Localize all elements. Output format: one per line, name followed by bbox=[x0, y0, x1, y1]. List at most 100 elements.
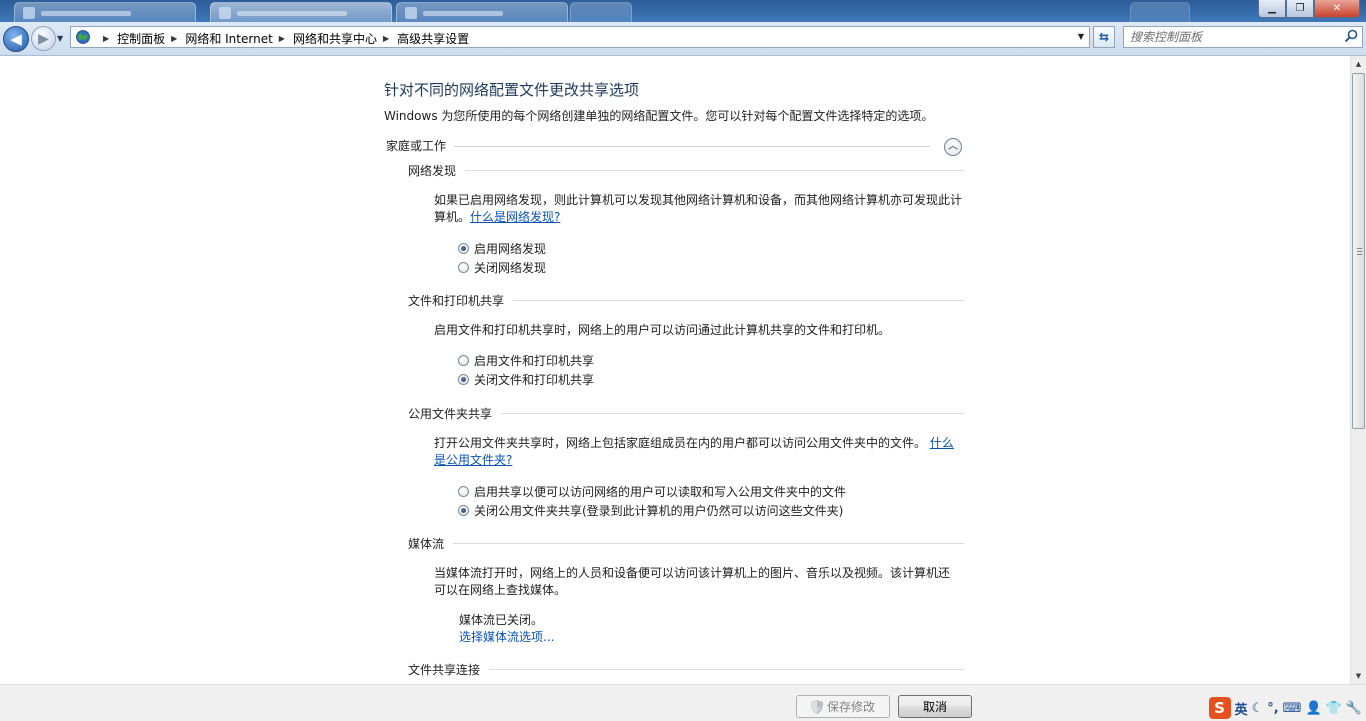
what-is-network-discovery-link[interactable]: 什么是网络发现? bbox=[470, 210, 560, 224]
page-title: 针对不同的网络配置文件更改共享选项 bbox=[384, 81, 640, 99]
radio-enable-network-discovery[interactable]: 启用网络发现 bbox=[458, 240, 546, 257]
choose-media-streaming-options-link[interactable]: 选择媒体流选项... bbox=[459, 628, 554, 645]
tab-icon bbox=[405, 7, 417, 19]
breadcrumb-network-sharing-center[interactable]: 网络和共享中心 bbox=[293, 30, 377, 47]
user-icon[interactable]: 👤 bbox=[1305, 701, 1321, 716]
chevron-down-icon: ▼ bbox=[1355, 672, 1362, 680]
radio-disable-file-printer-sharing[interactable]: 关闭文件和打印机共享 bbox=[458, 371, 594, 388]
collapse-profile-button[interactable]: ︿ bbox=[944, 138, 962, 156]
description-line: 可以在网络上查找媒体。 bbox=[434, 583, 567, 597]
network-discovery-description: 如果已启用网络发现，则此计算机可以发现其他网络计算机和设备，而其他网络计算机亦可… bbox=[434, 192, 962, 226]
description-text: 打开公用文件夹共享时，网络上包括家庭组成员在内的用户都可以访问公用文件夹中的文件… bbox=[434, 436, 927, 450]
restore-icon: ❐ bbox=[1295, 3, 1305, 14]
public-folder-sharing-section: 公用文件夹共享 bbox=[408, 405, 964, 422]
back-button[interactable]: ◀ bbox=[3, 26, 29, 52]
section-header: 文件和打印机共享 bbox=[408, 292, 964, 309]
scroll-down-button[interactable]: ▼ bbox=[1351, 668, 1366, 684]
restore-button[interactable]: ❐ bbox=[1286, 0, 1314, 18]
skin-shirt-icon[interactable]: 👕 bbox=[1326, 701, 1342, 716]
tab-label bbox=[423, 11, 503, 16]
search-input[interactable] bbox=[1130, 29, 1335, 45]
background-tab[interactable] bbox=[396, 2, 568, 23]
what-is-public-folder-link[interactable]: 是公用文件夹? bbox=[434, 453, 512, 467]
breadcrumb-control-panel[interactable]: 控制面板 bbox=[117, 30, 165, 47]
punctuation-icon[interactable]: °, bbox=[1267, 701, 1278, 716]
forward-arrow-icon: ▶ bbox=[38, 30, 49, 47]
what-is-public-folder-link[interactable]: 什么 bbox=[930, 436, 954, 450]
vertical-scrollbar[interactable]: ▲ ▼ bbox=[1350, 56, 1366, 684]
network-discovery-section: 网络发现 bbox=[408, 162, 964, 179]
radio-label: 关闭文件和打印机共享 bbox=[474, 373, 595, 387]
ime-toolbar: S 英 ☾ °, ⌨ 👤 👕 🔧 bbox=[1208, 697, 1362, 719]
breadcrumb-advanced-sharing[interactable]: 高级共享设置 bbox=[397, 30, 469, 47]
ime-logo-text: S bbox=[1214, 699, 1225, 717]
forward-button[interactable]: ▶ bbox=[31, 26, 56, 51]
radio-enable-public-folder-sharing[interactable]: 启用共享以便可以访问网络的用户可以读取和写入公用文件夹中的文件 bbox=[458, 483, 846, 500]
background-tab[interactable] bbox=[210, 2, 392, 23]
media-streaming-status: 媒体流已关闭。 bbox=[459, 613, 544, 627]
radio-button[interactable] bbox=[458, 262, 469, 273]
tab-label bbox=[237, 11, 347, 16]
button-bar: 保存修改 取消 S 英 ☾ °, ⌨ 👤 👕 🔧 bbox=[0, 684, 1366, 721]
radio-button[interactable] bbox=[458, 374, 469, 385]
radio-label: 关闭公用文件夹共享(登录到此计算机的用户仍然可以访问这些文件夹) bbox=[474, 504, 844, 518]
profile-group-header: 家庭或工作 ︿ bbox=[386, 137, 964, 157]
media-streaming-description: 当媒体流打开时，网络上的人员和设备便可以访问该计算机上的图片、音乐以及视频。该计… bbox=[434, 565, 964, 599]
save-changes-button[interactable]: 保存修改 bbox=[796, 695, 890, 718]
ime-language-label[interactable]: 英 bbox=[1235, 699, 1248, 718]
scroll-up-button[interactable]: ▲ bbox=[1351, 56, 1366, 72]
scroll-thumb[interactable] bbox=[1352, 73, 1365, 429]
divider bbox=[408, 543, 964, 544]
radio-button[interactable] bbox=[458, 243, 469, 254]
refresh-button[interactable]: ⇆ bbox=[1093, 26, 1115, 48]
breadcrumb-separator-icon[interactable]: ▶ bbox=[383, 34, 389, 43]
cancel-button[interactable]: 取消 bbox=[898, 695, 972, 718]
back-arrow-icon: ◀ bbox=[10, 30, 22, 48]
keyboard-icon[interactable]: ⌨ bbox=[1283, 701, 1302, 716]
search-box bbox=[1123, 26, 1363, 48]
address-bar[interactable]: ▶ 控制面板 ▶ 网络和 Internet ▶ 网络和共享中心 ▶ 高级共享设置… bbox=[70, 26, 1090, 48]
radio-enable-file-printer-sharing[interactable]: 启用文件和打印机共享 bbox=[458, 352, 594, 369]
background-tab[interactable] bbox=[14, 2, 196, 23]
uac-shield-icon bbox=[811, 699, 823, 714]
file-printer-sharing-description: 启用文件和打印机共享时，网络上的用户可以访问通过此计算机共享的文件和打印机。 bbox=[434, 323, 891, 337]
section-header: 文件共享连接 bbox=[408, 661, 964, 678]
breadcrumb: ▶ 控制面板 ▶ 网络和 Internet ▶ 网络和共享中心 ▶ 高级共享设置 bbox=[97, 30, 469, 47]
radio-label: 关闭网络发现 bbox=[474, 261, 547, 275]
sogou-ime-logo[interactable]: S bbox=[1208, 697, 1231, 719]
chevron-up-icon: ︿ bbox=[948, 141, 958, 152]
breadcrumb-separator-icon[interactable]: ▶ bbox=[171, 34, 177, 43]
close-button[interactable]: ✕ bbox=[1314, 0, 1360, 18]
breadcrumb-separator-icon[interactable]: ▶ bbox=[279, 34, 285, 43]
close-icon: ✕ bbox=[1332, 3, 1342, 14]
radio-disable-public-folder-sharing[interactable]: 关闭公用文件夹共享(登录到此计算机的用户仍然可以访问这些文件夹) bbox=[458, 502, 843, 519]
recent-pages-dropdown[interactable]: ▼ bbox=[57, 34, 63, 43]
divider bbox=[446, 146, 930, 147]
description-line: 当媒体流打开时，网络上的人员和设备便可以访问该计算机上的图片、音乐以及视频。该计… bbox=[434, 566, 951, 580]
section-title: 媒体流 bbox=[408, 535, 454, 552]
radio-button[interactable] bbox=[458, 486, 469, 497]
radio-button[interactable] bbox=[458, 355, 469, 366]
breadcrumb-separator-icon[interactable]: ▶ bbox=[103, 34, 109, 43]
wrench-icon[interactable]: 🔧 bbox=[1346, 701, 1362, 716]
address-history-dropdown-icon[interactable]: ▼ bbox=[1078, 32, 1084, 41]
minimize-button[interactable]: ▁ bbox=[1258, 0, 1286, 18]
new-tab-button[interactable] bbox=[570, 2, 632, 23]
tab-icon bbox=[219, 7, 231, 19]
search-icon[interactable] bbox=[1344, 29, 1358, 43]
half-width-moon-icon[interactable]: ☾ bbox=[1252, 701, 1264, 716]
page-description: Windows 为您所使用的每个网络创建单独的网络配置文件。您可以针对每个配置文… bbox=[384, 109, 934, 123]
radio-disable-network-discovery[interactable]: 关闭网络发现 bbox=[458, 259, 546, 276]
section-title: 公用文件夹共享 bbox=[408, 405, 502, 422]
content-pane: 针对不同的网络配置文件更改共享选项 Windows 为您所使用的每个网络创建单独… bbox=[0, 56, 1350, 684]
breadcrumb-network-internet[interactable]: 网络和 Internet bbox=[185, 30, 272, 47]
background-tab[interactable] bbox=[1130, 2, 1190, 23]
tab-label bbox=[41, 11, 131, 16]
button-label: 保存修改 bbox=[826, 700, 875, 714]
section-title: 文件共享连接 bbox=[408, 661, 490, 678]
radio-button[interactable] bbox=[458, 505, 469, 516]
minimize-icon: ▁ bbox=[1268, 3, 1276, 14]
chevron-down-icon: ▼ bbox=[57, 34, 64, 43]
divider bbox=[408, 170, 964, 171]
section-header: 公用文件夹共享 bbox=[408, 405, 964, 422]
